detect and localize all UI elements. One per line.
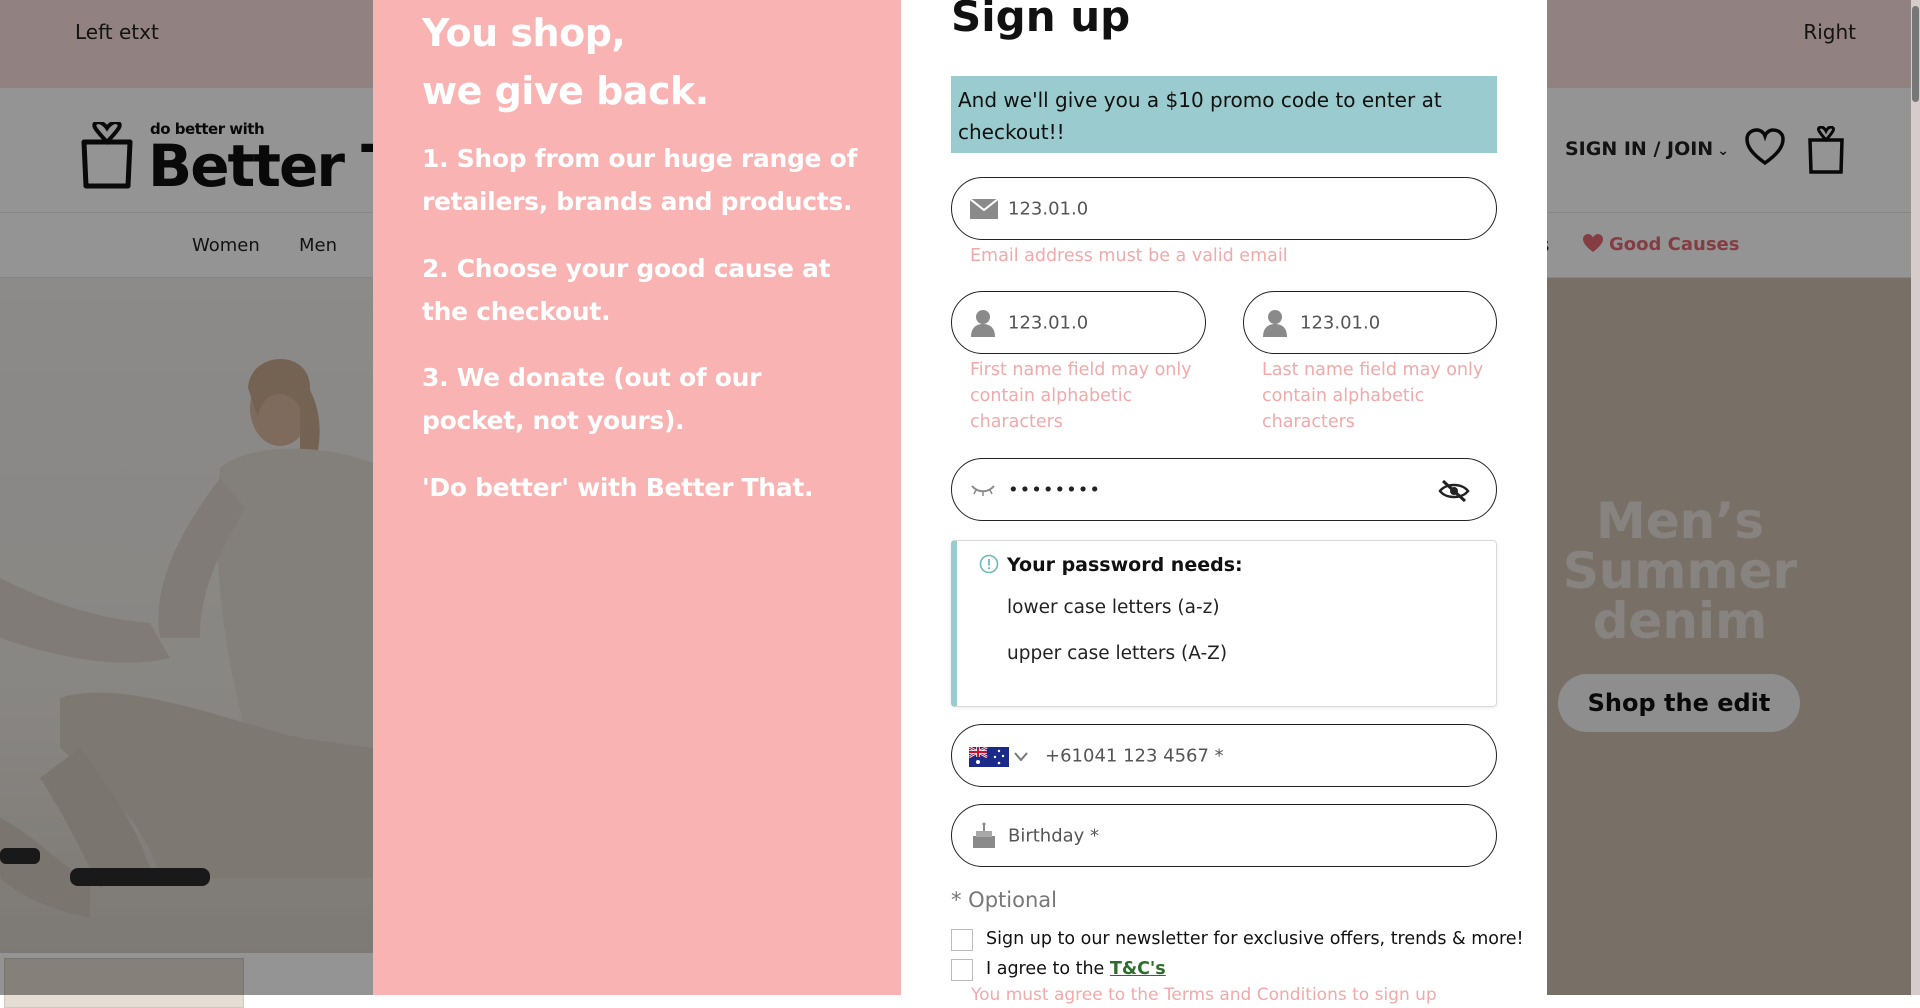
requirement-lowercase: lower case letters (a-z) <box>1007 597 1220 618</box>
password-requirements-title: Your password needs: <box>1007 554 1243 576</box>
phone-field[interactable]: +61 041 123 4567 * <box>951 724 1497 787</box>
last-name-value: 123.01.0 <box>1300 312 1381 333</box>
birthday-placeholder: Birthday * <box>1008 825 1100 846</box>
terms-checkbox[interactable] <box>951 959 973 981</box>
info-step-1: 1. Shop from our huge range of retailers… <box>422 144 858 216</box>
first-name-value: 123.01.0 <box>1008 312 1089 333</box>
closed-eye-icon <box>971 484 995 496</box>
password-requirements-heading: Your password needs: <box>979 554 1243 576</box>
last-name-field[interactable]: 123.01.0 <box>1243 291 1497 354</box>
info-headline: You shop, we give back. <box>422 4 709 120</box>
signup-form-panel: Sign up And we'll give you a $10 promo c… <box>901 0 1547 1005</box>
password-requirements-box: Your password needs: lower case letters … <box>951 540 1497 707</box>
newsletter-checkbox[interactable] <box>951 929 973 951</box>
birthday-field[interactable]: Birthday * <box>951 804 1497 867</box>
newsletter-label: Sign up to our newsletter for exclusive … <box>986 929 1524 949</box>
email-value: 123.01.0 <box>1008 198 1089 219</box>
headline-line-2: we give back. <box>422 69 709 113</box>
person-icon <box>1263 309 1287 337</box>
last-name-error: Last name field may only contain alphabe… <box>1262 360 1484 432</box>
terms-prefix: I agree to the <box>986 959 1110 979</box>
terms-link[interactable]: T&C's <box>1110 959 1166 979</box>
promo-code-note: And we'll give you a $10 promo code to e… <box>951 76 1497 153</box>
modal-info-panel: You shop, we give back. 1. Shop from our… <box>373 0 901 995</box>
first-name-error: First name field may only contain alphab… <box>970 360 1192 432</box>
info-tagline: 'Do better' with Better That. <box>422 473 814 502</box>
australia-flag-icon[interactable] <box>969 747 1009 767</box>
info-icon <box>979 554 999 574</box>
requirement-uppercase: upper case letters (A-Z) <box>1007 643 1228 664</box>
terms-error: You must agree to the Terms and Conditio… <box>971 985 1437 1005</box>
birthday-cake-icon <box>973 822 995 848</box>
email-field[interactable]: 123.01.0 <box>951 177 1497 240</box>
email-error: Email address must be a valid email <box>970 246 1288 266</box>
phone-country-code: +61 <box>1045 745 1083 766</box>
password-field[interactable]: •••••••• <box>951 458 1497 521</box>
signup-title: Sign up <box>951 0 1131 41</box>
person-icon <box>971 309 995 337</box>
page-scrollbar[interactable] <box>1911 0 1920 995</box>
optional-note: * Optional <box>951 888 1057 912</box>
chevron-down-icon[interactable] <box>1014 752 1028 762</box>
toggle-visibility-icon[interactable] <box>1438 479 1470 503</box>
first-name-field[interactable]: 123.01.0 <box>951 291 1206 354</box>
phone-placeholder: 041 123 4567 * <box>1083 745 1224 766</box>
info-step-2: 2. Choose your good cause at the checkou… <box>422 254 831 326</box>
password-value: •••••••• <box>1008 479 1101 500</box>
terms-label: I agree to the T&C's <box>986 959 1166 979</box>
envelope-icon <box>970 198 998 219</box>
scrollbar-thumb[interactable] <box>1912 6 1919 102</box>
headline-line-1: You shop, <box>422 11 626 55</box>
info-step-3: 3. We donate (out of our pocket, not you… <box>422 363 762 435</box>
